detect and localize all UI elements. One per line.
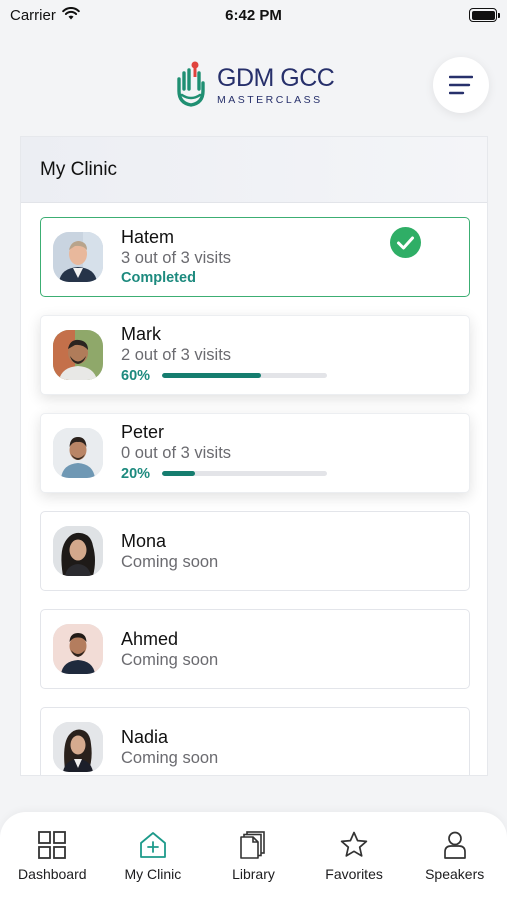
- battery-icon: [469, 8, 500, 22]
- patient-card-mona[interactable]: Mona Coming soon: [40, 511, 470, 591]
- wifi-icon: [62, 6, 80, 24]
- star-icon: [340, 831, 368, 857]
- app-logo: GDM GCC MASTERCLASS: [175, 59, 335, 112]
- hamburger-menu-icon: [449, 75, 473, 95]
- patient-name: Mona: [121, 530, 167, 551]
- tab-label: Speakers: [425, 866, 485, 882]
- avatar: [53, 232, 103, 282]
- status-bar: Carrier 6:42 PM: [0, 0, 507, 30]
- person-icon: [443, 831, 466, 859]
- logo-title: GDM GCC: [217, 63, 335, 92]
- patient-name: Mark: [121, 323, 161, 344]
- checkmark-icon: [390, 227, 421, 263]
- progress-row: 60%: [121, 365, 469, 387]
- visits-count: 0 out of 3 visits: [121, 443, 232, 462]
- patient-name: Peter: [121, 421, 165, 442]
- carrier-area: Carrier: [10, 7, 80, 24]
- avatar: [53, 624, 103, 674]
- visits-count: 2 out of 3 visits: [121, 345, 232, 364]
- avatar: [53, 330, 103, 380]
- carrier-label: Carrier: [10, 6, 56, 24]
- patient-card-hatem[interactable]: Hatem 3 out of 3 visits Completed: [40, 217, 470, 297]
- patient-card-nadia[interactable]: Nadia Coming soon: [40, 707, 470, 775]
- app-header: GDM GCC MASTERCLASS: [0, 55, 507, 125]
- logo-subtitle: MASTERCLASS: [217, 93, 323, 106]
- patient-card-mark[interactable]: Mark 2 out of 3 visits 60%: [40, 315, 470, 395]
- patient-name: Ahmed: [121, 628, 179, 649]
- avatar: [53, 526, 103, 576]
- progress-fill: [162, 373, 261, 378]
- tab-dashboard[interactable]: Dashboard: [2, 812, 102, 900]
- tab-library[interactable]: Library: [203, 812, 303, 900]
- progress-bar: [162, 373, 327, 378]
- dashboard-grid-icon: [38, 831, 67, 859]
- patient-card-peter[interactable]: Peter 0 out of 3 visits 20%: [40, 413, 470, 493]
- progress-percent: 20%: [121, 465, 151, 482]
- library-docs-icon: [240, 831, 266, 859]
- tab-label: Dashboard: [18, 866, 87, 882]
- tab-favorites[interactable]: Favorites: [304, 812, 404, 900]
- clinic-panel: My Clinic Hatem 3 out of 3 visits Comple…: [20, 136, 488, 776]
- status-label: Completed: [121, 269, 196, 286]
- progress-bar: [162, 471, 327, 476]
- clinic-house-icon: [139, 832, 166, 858]
- tab-my-clinic[interactable]: My Clinic: [103, 812, 203, 900]
- menu-button[interactable]: [433, 57, 489, 113]
- patient-card-ahmed[interactable]: Ahmed Coming soon: [40, 609, 470, 689]
- progress-fill: [162, 471, 195, 476]
- status-label: Coming soon: [121, 748, 219, 767]
- tab-label: Library: [232, 866, 275, 882]
- panel-title: My Clinic: [21, 137, 487, 203]
- tab-speakers[interactable]: Speakers: [405, 812, 505, 900]
- progress-row: 20%: [121, 463, 469, 485]
- progress-percent: 60%: [121, 367, 151, 384]
- avatar: [53, 722, 103, 772]
- status-label: Coming soon: [121, 650, 219, 669]
- tab-bar: Dashboard My Clinic Library Favorites Sp…: [0, 812, 507, 900]
- logo-hand-icon: [175, 59, 207, 112]
- tab-label: My Clinic: [124, 866, 182, 882]
- avatar: [53, 428, 103, 478]
- patient-name: Nadia: [121, 726, 169, 747]
- status-label: Coming soon: [121, 552, 219, 571]
- tab-label: Favorites: [325, 866, 383, 882]
